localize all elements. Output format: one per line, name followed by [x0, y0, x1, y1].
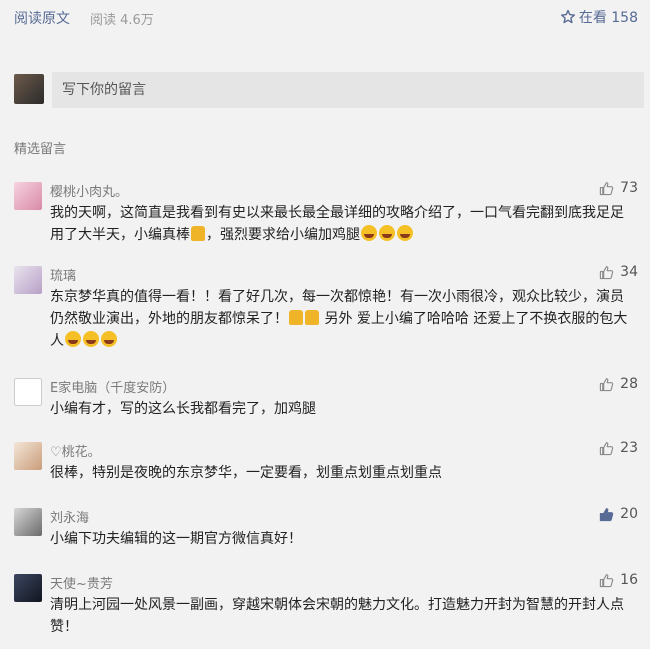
comment-text: 东京梦华真的值得一看！！看了好几次，每一次都惊艳！有一次小雨很冷，观众比较少，演…: [50, 286, 635, 352]
featured-comments-title: 精选留言: [14, 142, 67, 157]
like-count: 20: [620, 506, 638, 522]
read-count: 阅读 4.6万: [90, 13, 154, 28]
laugh-emoji-icon: [361, 225, 377, 241]
comment-item: E家电脑（千度安防） 28 小编有才，写的这么长我都看完了，加鸡腿: [0, 368, 650, 432]
comment-text: 清明上河园一处风景一副画，穿越宋朝体会宋朝的魅力文化。打造魅力开封为智慧的开封人…: [50, 594, 635, 638]
avatar: [14, 378, 42, 406]
wow-count-label: 在看 158: [578, 10, 638, 26]
like-button[interactable]: 73: [599, 180, 638, 196]
article-footer-bar: 阅读原文 阅读 4.6万 在看 158: [0, 0, 650, 36]
avatar: [14, 442, 42, 470]
thumbs-up-emoji-icon: [191, 226, 205, 241]
like-count: 34: [620, 264, 638, 280]
like-button[interactable]: 28: [599, 376, 638, 392]
like-count: 28: [620, 376, 638, 392]
laugh-emoji-icon: [65, 331, 81, 347]
thumb-up-icon: [600, 265, 614, 279]
comment-text-part: 小编有才，写的这么长我都看完了，加鸡腿: [50, 401, 316, 417]
laugh-emoji-icon: [397, 225, 413, 241]
comment-list: 樱桃小肉丸。 73 我的天啊，这简直是我看到有史以来最长最全最详细的攻略介绍了，…: [0, 172, 650, 635]
comment-text: 很棒，特别是夜晚的东京梦华，一定要看，划重点划重点划重点: [50, 462, 635, 484]
like-button[interactable]: 16: [599, 572, 638, 588]
comment-item: 樱桃小肉丸。 73 我的天啊，这简直是我看到有史以来最长最全最详细的攻略介绍了，…: [0, 172, 650, 256]
comment-input[interactable]: [52, 72, 644, 108]
thumbs-up-emoji-icon: [289, 310, 303, 325]
comment-text: 小编下功夫编辑的这一期官方微信真好！: [50, 528, 635, 550]
avatar: [14, 574, 42, 602]
like-button[interactable]: 34: [599, 264, 638, 280]
write-comment-row: [14, 72, 644, 108]
comment-nickname: 刘永海: [50, 511, 90, 526]
like-count: 16: [620, 572, 638, 588]
comment-item: 刘永海 20 小编下功夫编辑的这一期官方微信真好！: [0, 498, 650, 564]
thumb-up-icon: [600, 441, 614, 455]
avatar: [14, 74, 44, 104]
thumb-up-icon: [600, 573, 614, 587]
comment-text-part: 很棒，特别是夜晚的东京梦华，一定要看，划重点划重点划重点: [50, 465, 442, 481]
comment-item: ♡桃花。 23 很棒，特别是夜晚的东京梦华，一定要看，划重点划重点划重点: [0, 432, 650, 498]
comment-text-part: 清明上河园一处风景一副画，穿越宋朝体会宋朝的魅力文化。打造魅力开封为智慧的开封人…: [50, 597, 624, 635]
thumbs-up-emoji-icon: [305, 310, 319, 325]
comment-nickname: ♡桃花。: [50, 445, 101, 460]
comment-nickname: 天使~贵芳: [50, 577, 113, 592]
avatar: [14, 266, 42, 294]
avatar: [14, 508, 42, 536]
like-count: 73: [620, 180, 638, 196]
avatar: [14, 182, 42, 210]
comment-text: 我的天啊，这简直是我看到有史以来最长最全最详细的攻略介绍了，一口气看完翻到底我足…: [50, 202, 635, 246]
comment-item: 天使~贵芳 16 清明上河园一处风景一副画，穿越宋朝体会宋朝的魅力文化。打造魅力…: [0, 564, 650, 635]
thumb-up-icon: [600, 181, 614, 195]
wow-star-icon: [560, 9, 575, 24]
comment-text-part: ，强烈要求给小编加鸡腿: [206, 227, 360, 243]
comment-nickname: 樱桃小肉丸。: [50, 185, 129, 200]
comment-nickname: 琉璃: [50, 269, 77, 284]
comment-nickname: E家电脑（千度安防）: [50, 381, 176, 396]
comment-text-part: 小编下功夫编辑的这一期官方微信真好！: [50, 531, 302, 547]
wow-button[interactable]: 在看 158: [560, 7, 638, 27]
laugh-emoji-icon: [83, 331, 99, 347]
like-button[interactable]: 20: [599, 506, 638, 522]
like-count: 23: [620, 440, 638, 456]
laugh-emoji-icon: [101, 331, 117, 347]
thumb-up-icon: [600, 507, 614, 521]
laugh-emoji-icon: [379, 225, 395, 241]
comment-text: 小编有才，写的这么长我都看完了，加鸡腿: [50, 398, 635, 420]
read-original-link[interactable]: 阅读原文: [14, 8, 70, 28]
comment-item: 琉璃 34 东京梦华真的值得一看！！看了好几次，每一次都惊艳！有一次小雨很冷，观…: [0, 256, 650, 368]
thumb-up-icon: [600, 377, 614, 391]
like-button[interactable]: 23: [599, 440, 638, 456]
